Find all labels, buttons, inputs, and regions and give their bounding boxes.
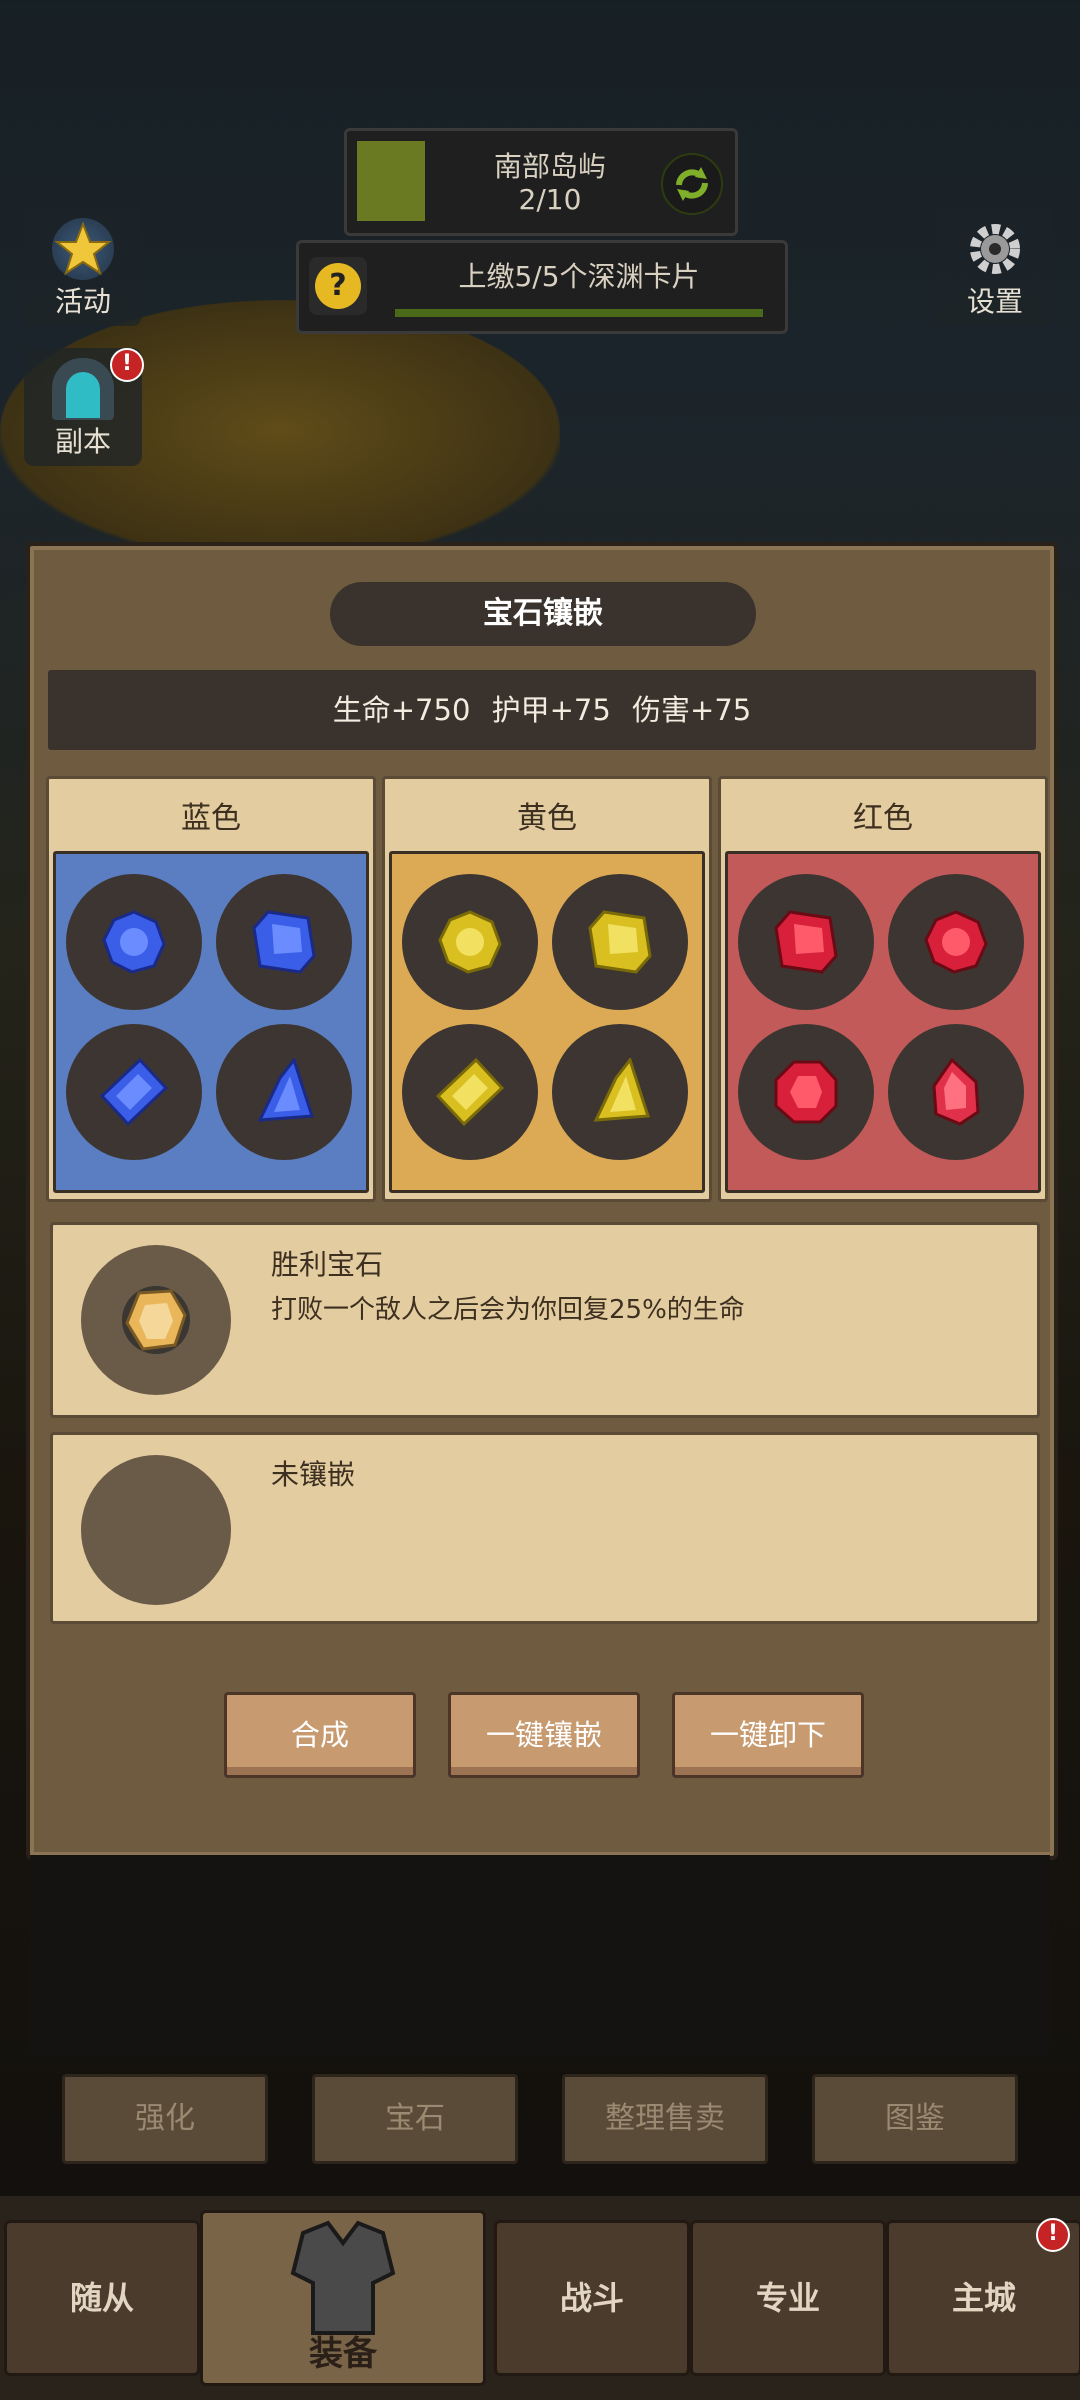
stat-summary: 生命+750 护甲+75 伤害+75: [48, 670, 1036, 750]
round-yellow-gem-icon: [438, 910, 502, 974]
square-blue-gem-icon: [252, 910, 316, 974]
yellow-gem-tray: [389, 851, 705, 1193]
red-column-label: 红色: [853, 801, 913, 836]
inventory-grid: [30, 1855, 1050, 2055]
square-red-gem-icon: [774, 910, 838, 974]
gem-slot[interactable]: [738, 874, 874, 1010]
blue-column-label: 蓝色: [181, 801, 241, 836]
location-name: 南部岛屿: [493, 150, 606, 183]
location-box[interactable]: 南部岛屿 2/10: [344, 128, 738, 236]
dungeon-alert-badge: !: [110, 348, 144, 382]
dungeon-button[interactable]: ! 副本: [24, 348, 144, 466]
dialog-title: 宝石镶嵌: [330, 582, 756, 646]
nav-equipment-label: 装备: [309, 2334, 377, 2374]
square-yellow-gem-icon: [588, 910, 652, 974]
tab-codex[interactable]: 图鉴: [812, 2074, 1018, 2164]
dungeon-label: 副本: [54, 425, 111, 458]
star-icon: [52, 218, 114, 280]
quest-text: 上缴5/5个深渊卡片: [458, 260, 700, 293]
tab-enhance[interactable]: 强化: [62, 2074, 268, 2164]
socket-1-gem-name: 胜利宝石: [271, 1248, 384, 1281]
diamond-yellow-gem-icon: [436, 1058, 504, 1126]
dungeon-door-icon: [52, 358, 114, 420]
shard-blue-gem-icon: [257, 1058, 315, 1122]
gear-icon: [964, 218, 1026, 280]
socket-2-status: 未镶嵌: [271, 1458, 356, 1491]
nav-equipment[interactable]: 装备: [200, 2210, 486, 2386]
socket-1-gem-description: 打败一个敌人之后会为你回复25%的生命: [271, 1295, 745, 1325]
tab-sort-sell[interactable]: 整理售卖: [562, 2074, 768, 2164]
armor-icon: [290, 2220, 396, 2335]
nav-follower[interactable]: 随从: [4, 2220, 200, 2376]
location-progress: 2/10: [518, 183, 582, 216]
gem-slot[interactable]: [888, 874, 1024, 1010]
settings-label: 设置: [966, 285, 1023, 318]
round-blue-gem-icon: [102, 910, 166, 974]
socket-1-gem-frame: [81, 1245, 231, 1395]
shard-yellow-gem-icon: [593, 1058, 651, 1122]
quest-help-icon[interactable]: ?: [309, 257, 367, 315]
socket-2-empty-frame: [81, 1455, 231, 1605]
activity-label: 活动: [54, 285, 111, 318]
red-gem-tray: [725, 851, 1041, 1193]
gem-slot[interactable]: [552, 874, 688, 1010]
diamond-blue-gem-icon: [100, 1058, 168, 1126]
yellow-column-label: 黄色: [517, 801, 577, 836]
refresh-icon[interactable]: [661, 153, 723, 215]
socket-slot-2[interactable]: 未镶嵌: [50, 1432, 1040, 1624]
round-red-gem-icon: [924, 910, 988, 974]
nav-profession[interactable]: 专业: [690, 2220, 886, 2376]
main-city-alert-badge: !: [1036, 2218, 1070, 2252]
gem-slot[interactable]: [402, 874, 538, 1010]
gem-slot[interactable]: [216, 874, 352, 1010]
activity-button[interactable]: 活动: [24, 208, 142, 326]
gem-slot[interactable]: [402, 1024, 538, 1160]
embed-all-button[interactable]: 一键镶嵌: [448, 1692, 640, 1778]
yellow-gem-column: 黄色: [382, 776, 712, 1202]
blue-gem-tray: [53, 851, 369, 1193]
red-gem-column: 红色: [718, 776, 1048, 1202]
socket-slot-1[interactable]: 胜利宝石 打败一个敌人之后会为你回复25%的生命: [50, 1222, 1040, 1418]
blue-gem-column: 蓝色: [46, 776, 376, 1202]
gem-slot[interactable]: [216, 1024, 352, 1160]
nav-battle[interactable]: 战斗: [494, 2220, 690, 2376]
octagon-red-gem-icon: [774, 1060, 838, 1124]
gem-slot[interactable]: [738, 1024, 874, 1160]
gem-slot[interactable]: [552, 1024, 688, 1160]
location-progress-fill: [357, 141, 425, 221]
gem-inlay-dialog: 宝石镶嵌 生命+750 护甲+75 伤害+75 蓝色 黄色 红色 胜利宝石 打败…: [26, 542, 1058, 1860]
remove-all-button[interactable]: 一键卸下: [672, 1692, 864, 1778]
settings-button[interactable]: 设置: [936, 208, 1054, 326]
quest-progress-bar: [395, 309, 763, 317]
gem-slot[interactable]: [66, 1024, 202, 1160]
gem-slot[interactable]: [66, 874, 202, 1010]
gem-slot[interactable]: [888, 1024, 1024, 1160]
victory-gem-icon: [122, 1286, 190, 1354]
craft-button[interactable]: 合成: [224, 1692, 416, 1778]
tab-gems[interactable]: 宝石: [312, 2074, 518, 2164]
quest-box[interactable]: ? 上缴5/5个深渊卡片: [296, 240, 788, 334]
crystal-red-gem-icon: [932, 1058, 980, 1126]
